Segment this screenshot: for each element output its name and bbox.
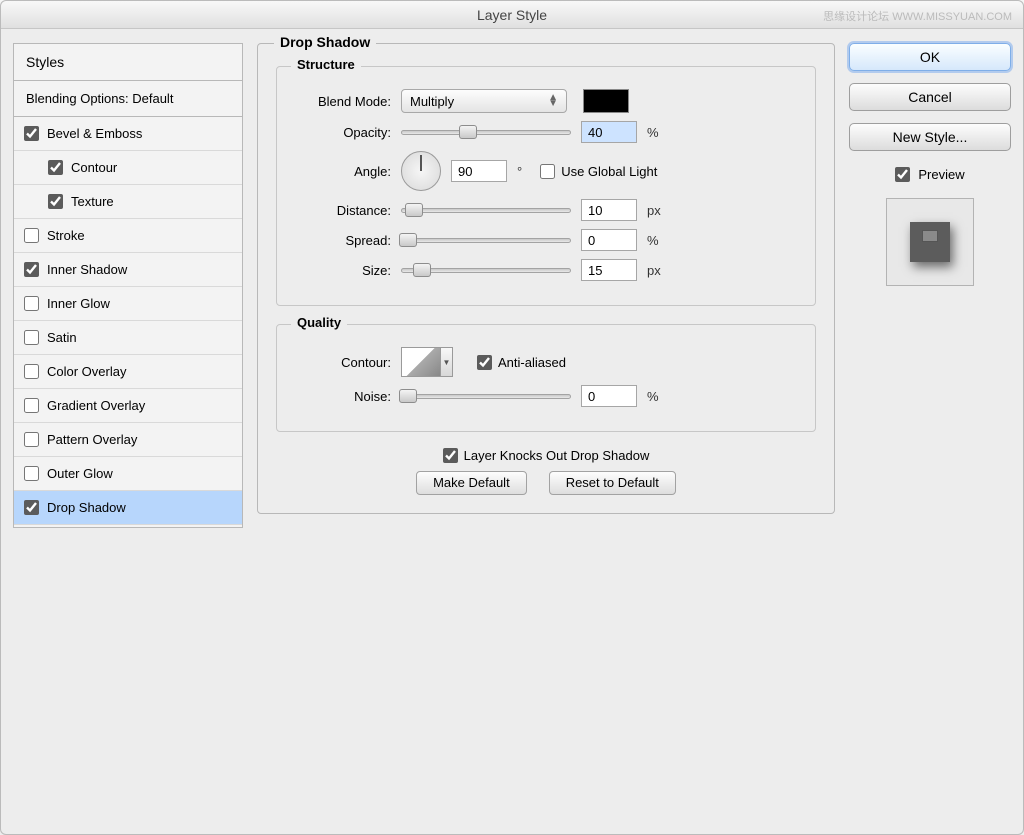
shadow-color-swatch[interactable] — [583, 89, 629, 113]
knockout-checkbox[interactable] — [443, 448, 458, 463]
anti-aliased-label: Anti-aliased — [498, 355, 566, 370]
noise-input[interactable] — [581, 385, 637, 407]
spread-unit: % — [647, 233, 659, 248]
style-checkbox[interactable] — [24, 228, 39, 243]
style-item-color-overlay[interactable]: Color Overlay — [14, 355, 242, 389]
watermark: 思缘设计论坛 WWW.MISSYUAN.COM — [823, 8, 1012, 24]
style-label: Inner Glow — [47, 296, 110, 311]
size-input[interactable] — [581, 259, 637, 281]
opacity-unit: % — [647, 125, 659, 140]
distance-unit: px — [647, 203, 661, 218]
style-item-inner-shadow[interactable]: Inner Shadow — [14, 253, 242, 287]
dialog-buttons: OK Cancel New Style... Preview — [849, 43, 1011, 528]
style-checkbox[interactable] — [24, 466, 39, 481]
angle-unit: ° — [517, 164, 522, 179]
style-item-gradient-overlay[interactable]: Gradient Overlay — [14, 389, 242, 423]
distance-label: Distance: — [295, 203, 391, 218]
spread-slider[interactable] — [401, 233, 571, 247]
cancel-button[interactable]: Cancel — [849, 83, 1011, 111]
use-global-light-checkbox[interactable] — [540, 164, 555, 179]
style-item-stroke[interactable]: Stroke — [14, 219, 242, 253]
style-checkbox[interactable] — [48, 194, 63, 209]
quality-group: Quality Contour: ▼ Anti-aliased — [276, 324, 816, 432]
style-label: Texture — [71, 194, 114, 209]
style-label: Drop Shadow — [47, 500, 126, 515]
contour-label: Contour: — [295, 355, 391, 370]
quality-title: Quality — [291, 315, 347, 330]
ok-button[interactable]: OK — [849, 43, 1011, 71]
preview-label: Preview — [918, 167, 964, 182]
opacity-slider[interactable] — [401, 125, 571, 139]
structure-group: Structure Blend Mode: Multiply ▲▼ Opacit… — [276, 66, 816, 306]
structure-title: Structure — [291, 57, 361, 72]
angle-label: Angle: — [295, 164, 391, 179]
contour-picker[interactable] — [401, 347, 441, 377]
blend-mode-select[interactable]: Multiply ▲▼ — [401, 89, 567, 113]
spread-input[interactable] — [581, 229, 637, 251]
style-checkbox[interactable] — [24, 126, 39, 141]
reset-default-button[interactable]: Reset to Default — [549, 471, 676, 495]
angle-knob[interactable] — [401, 151, 441, 191]
anti-aliased-checkbox[interactable] — [477, 355, 492, 370]
distance-input[interactable] — [581, 199, 637, 221]
style-label: Stroke — [47, 228, 85, 243]
style-label: Inner Shadow — [47, 262, 127, 277]
effect-settings: Drop Shadow Structure Blend Mode: Multip… — [257, 43, 835, 528]
blend-mode-value: Multiply — [410, 94, 454, 109]
size-label: Size: — [295, 263, 391, 278]
style-checkbox[interactable] — [48, 160, 63, 175]
preview-thumbnail — [886, 198, 974, 286]
opacity-input[interactable] — [581, 121, 637, 143]
style-label: Gradient Overlay — [47, 398, 145, 413]
blending-options[interactable]: Blending Options: Default — [14, 81, 242, 117]
style-label: Contour — [71, 160, 117, 175]
make-default-button[interactable]: Make Default — [416, 471, 527, 495]
style-label: Color Overlay — [47, 364, 126, 379]
opacity-label: Opacity: — [295, 125, 391, 140]
styles-header[interactable]: Styles — [14, 44, 242, 81]
style-item-satin[interactable]: Satin — [14, 321, 242, 355]
style-item-outer-glow[interactable]: Outer Glow — [14, 457, 242, 491]
style-label: Outer Glow — [47, 466, 113, 481]
spread-label: Spread: — [295, 233, 391, 248]
style-item-pattern-overlay[interactable]: Pattern Overlay — [14, 423, 242, 457]
style-item-inner-glow[interactable]: Inner Glow — [14, 287, 242, 321]
style-checkbox[interactable] — [24, 500, 39, 515]
knockout-label: Layer Knocks Out Drop Shadow — [464, 448, 650, 463]
style-checkbox[interactable] — [24, 330, 39, 345]
style-checkbox[interactable] — [24, 296, 39, 311]
style-checkbox[interactable] — [24, 364, 39, 379]
styles-panel: Styles Blending Options: Default Bevel &… — [13, 43, 243, 528]
noise-slider[interactable] — [401, 389, 571, 403]
updown-icon: ▲▼ — [548, 95, 558, 107]
use-global-light-label: Use Global Light — [561, 164, 657, 179]
size-unit: px — [647, 263, 661, 278]
layer-style-dialog: Layer Style 思缘设计论坛 WWW.MISSYUAN.COM Styl… — [0, 0, 1024, 835]
style-checkbox[interactable] — [24, 398, 39, 413]
new-style-button[interactable]: New Style... — [849, 123, 1011, 151]
group-title: Drop Shadow — [274, 34, 376, 50]
style-item-contour[interactable]: Contour — [14, 151, 242, 185]
style-item-texture[interactable]: Texture — [14, 185, 242, 219]
contour-dropdown-icon[interactable]: ▼ — [441, 347, 453, 377]
style-checkbox[interactable] — [24, 262, 39, 277]
preview-checkbox[interactable] — [895, 167, 910, 182]
drop-shadow-group: Drop Shadow Structure Blend Mode: Multip… — [257, 43, 835, 514]
style-item-bevel-emboss[interactable]: Bevel & Emboss — [14, 117, 242, 151]
style-label: Satin — [47, 330, 77, 345]
size-slider[interactable] — [401, 263, 571, 277]
angle-input[interactable] — [451, 160, 507, 182]
noise-unit: % — [647, 389, 659, 404]
noise-label: Noise: — [295, 389, 391, 404]
distance-slider[interactable] — [401, 203, 571, 217]
style-label: Pattern Overlay — [47, 432, 137, 447]
blend-mode-label: Blend Mode: — [295, 94, 391, 109]
style-item-drop-shadow[interactable]: Drop Shadow — [14, 491, 242, 525]
style-label: Bevel & Emboss — [47, 126, 142, 141]
style-checkbox[interactable] — [24, 432, 39, 447]
